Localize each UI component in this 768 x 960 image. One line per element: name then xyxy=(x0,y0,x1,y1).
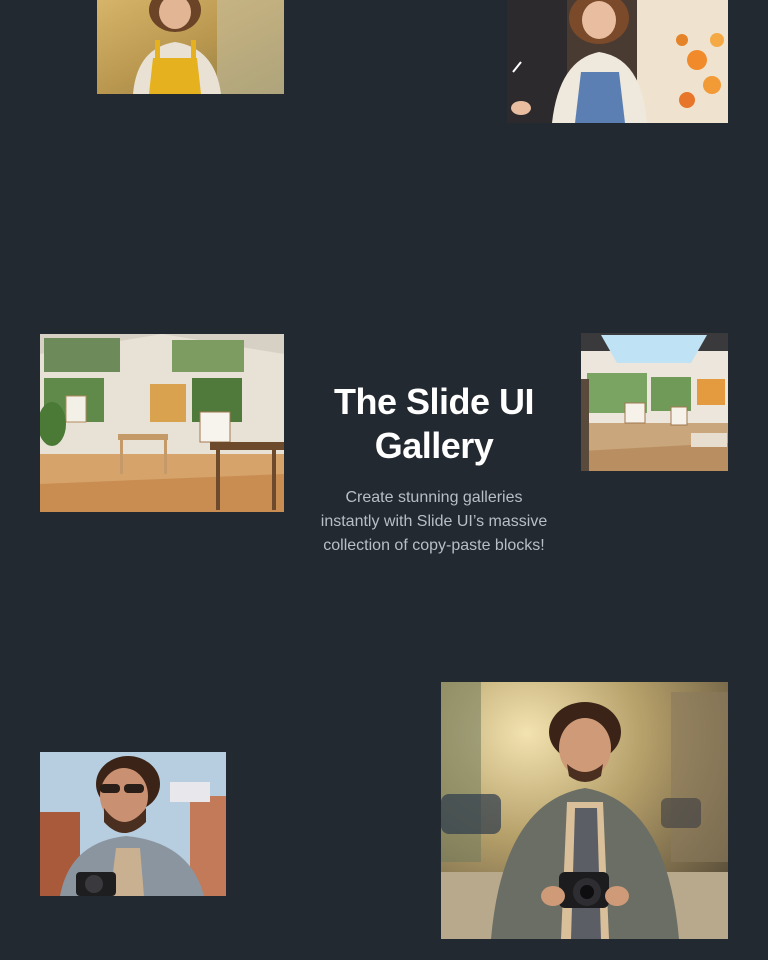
page-description: Create stunning galleries instantly with… xyxy=(320,489,548,554)
page-title: The Slide UI Gallery xyxy=(333,381,535,466)
gallery-image-man-sunglasses xyxy=(40,752,226,896)
gallery-image-woman-painting xyxy=(507,0,728,123)
hero-section: The Slide UI Gallery Create stunning gal… xyxy=(320,380,548,558)
gallery-image-woman-field xyxy=(97,0,284,94)
gallery-image-studio-left xyxy=(40,334,284,512)
gallery-image-studio-right xyxy=(581,333,728,471)
gallery-image-man-street xyxy=(441,682,728,939)
